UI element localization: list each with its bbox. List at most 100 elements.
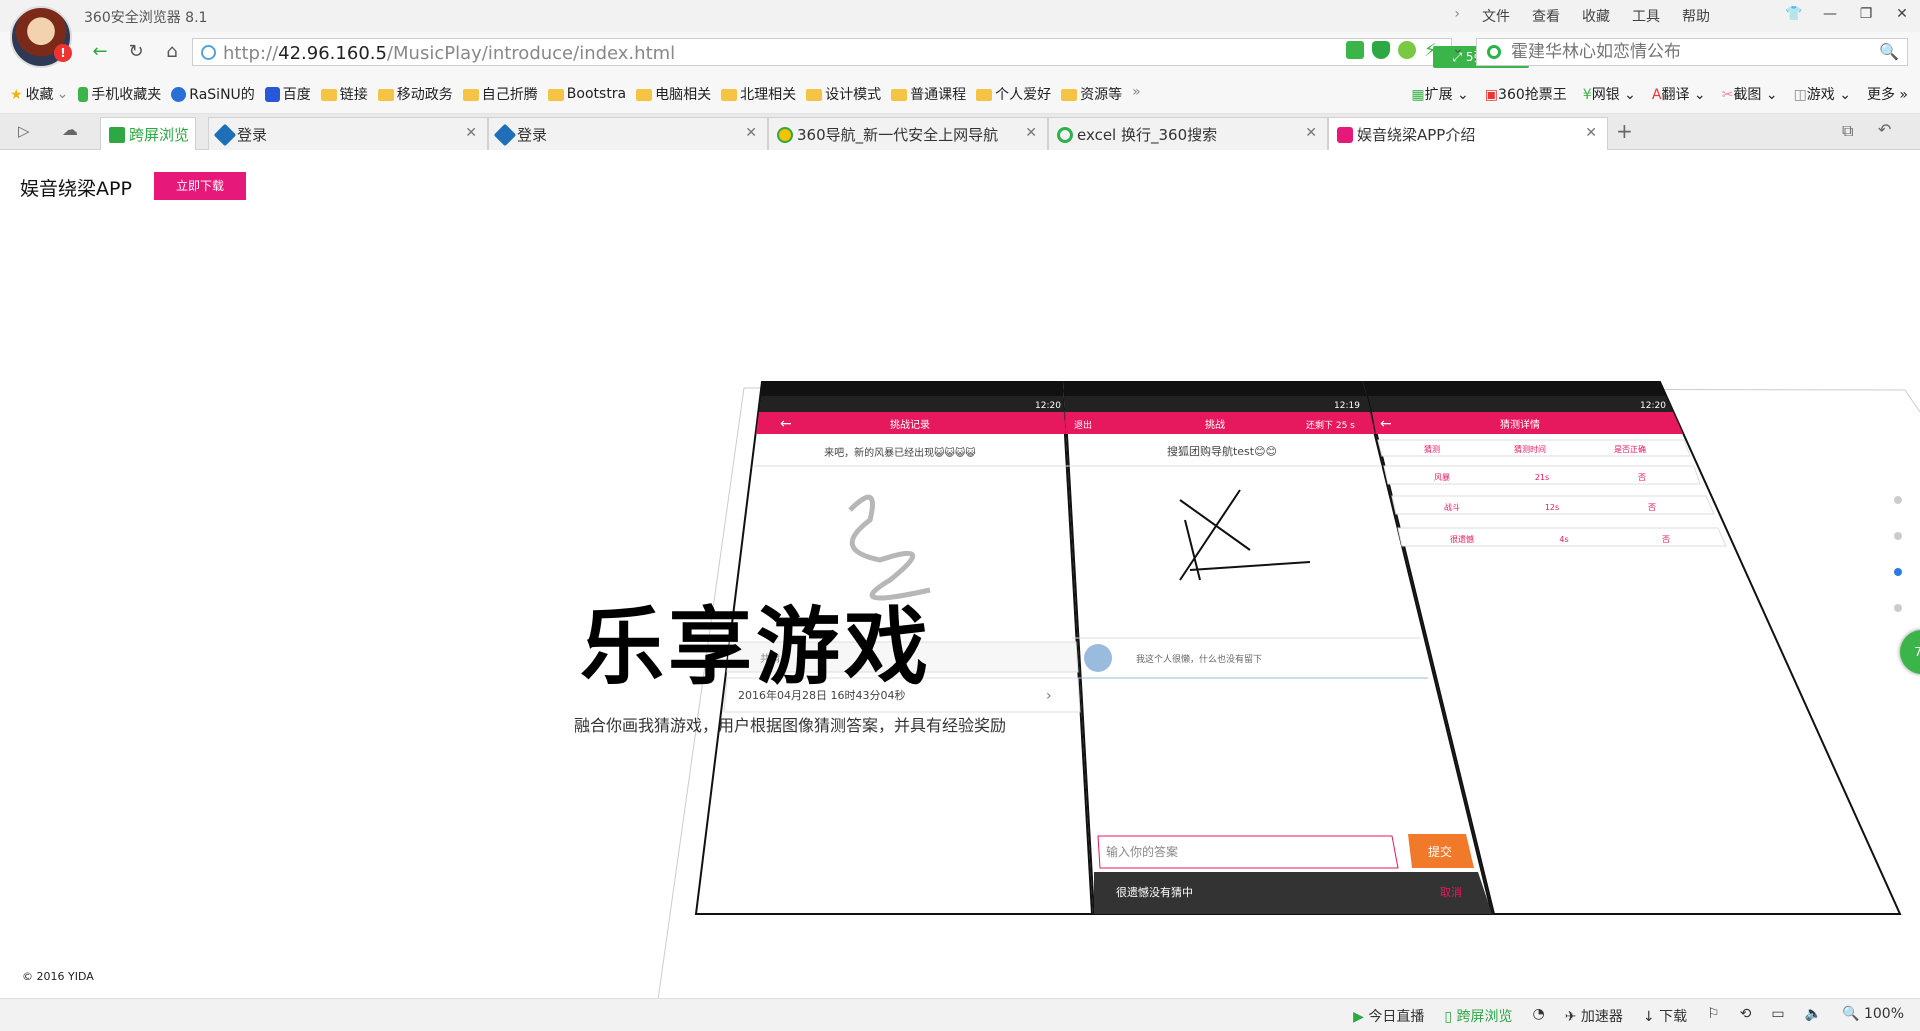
url-input[interactable]: http://42.96.160.5/MusicPlay/introduce/i… (192, 38, 1529, 68)
slide-dot-3-active[interactable] (1894, 568, 1902, 576)
translate-button[interactable]: A翻译 ⌄ (1652, 84, 1706, 104)
tab-360nav[interactable]: 360导航_新一代安全上网导航 ✕ (768, 117, 1048, 150)
bank-button[interactable]: ¥网银 ⌄ (1583, 84, 1636, 104)
clean-icon[interactable]: ⟲ (1740, 1006, 1752, 1026)
window-icon[interactable]: ▭ (1771, 1006, 1784, 1026)
games-button[interactable]: ◫游戏 ⌄ (1794, 84, 1851, 104)
close-tab-icon[interactable]: ✕ (745, 125, 757, 141)
shield-icon[interactable] (1372, 41, 1390, 59)
tab-app-intro[interactable]: 娱音绕梁APP介绍 ✕ (1328, 117, 1608, 151)
menu-chevron-icon[interactable]: › (1454, 6, 1460, 26)
more-bookmarks-icon[interactable]: » (1132, 84, 1141, 104)
recycle-icon[interactable] (1398, 41, 1416, 59)
bookmark-baidu[interactable]: 百度 (264, 84, 315, 104)
gamepad-icon: ◫ (1793, 87, 1807, 103)
phone2-answer-input: 输入你的答案 (1106, 844, 1178, 859)
ticket-button[interactable]: ▣360抢票王 (1485, 84, 1567, 104)
phone1-header: 挑战记录 (890, 418, 930, 431)
phone3-col: 是否正确 (1614, 444, 1646, 454)
bookmark-links[interactable]: 链接 (320, 84, 372, 104)
tab-login-2[interactable]: 登录 ✕ (488, 117, 768, 150)
lightning-icon[interactable]: ⚡ (1424, 40, 1437, 61)
refresh-icon[interactable]: ↻ (124, 41, 148, 63)
close-tab-icon[interactable]: ✕ (1025, 125, 1037, 141)
phone3-cell: 12s (1545, 503, 1559, 512)
tab-excel-search[interactable]: excel 换行_360搜索 ✕ (1048, 117, 1328, 150)
cloud-icon[interactable] (1346, 41, 1364, 59)
bookmark-pc[interactable]: 电脑相关 (636, 84, 715, 104)
phone3-col: 猜测 (1424, 444, 1440, 454)
search-icon[interactable]: 🔍 (1879, 42, 1899, 61)
status-items: ▶ 今日直播 ▯ 跨屏浏览 ◔ ✈ 加速器 ↓ 下载 ⚐ ⟲ ▭ 🔈 🔍 100… (1353, 1006, 1904, 1026)
folder-icon (377, 89, 394, 101)
site-info-icon[interactable] (201, 45, 216, 60)
close-tab-icon[interactable]: ✕ (1585, 125, 1597, 141)
menu-favorites[interactable]: 收藏 (1582, 6, 1610, 26)
zoom-level[interactable]: 🔍 100% (1842, 1006, 1904, 1026)
search-engine-icon[interactable] (1487, 45, 1501, 59)
bookmark-courses[interactable]: 普通课程 (891, 84, 970, 104)
menu-help[interactable]: 帮助 (1682, 6, 1710, 26)
slide-dot-4[interactable] (1894, 604, 1902, 612)
tab-cross-screen[interactable]: 跨屏浏览 (100, 117, 196, 150)
skin-icon[interactable]: 👕 (1776, 0, 1812, 28)
phone-icon (78, 86, 89, 102)
restore-tabs-icon[interactable]: ⧉ (1842, 121, 1853, 141)
phone2-result: 很遗憾没有猜中 (1116, 885, 1193, 899)
cloud-tab-icon[interactable]: ☁ (62, 120, 78, 139)
dropdown-chevron-icon[interactable]: ⌄ (1452, 41, 1464, 57)
undo-close-icon[interactable]: ↶ (1878, 120, 1891, 139)
extensions-button[interactable]: ▦扩展 ⌄ (1411, 84, 1468, 104)
search-engine-icon (1057, 127, 1073, 143)
tab-login-1[interactable]: 登录 ✕ (208, 117, 488, 150)
search-input[interactable] (1511, 42, 1841, 62)
sidebar-toggle-icon[interactable]: ▷ (18, 122, 30, 140)
user-avatar[interactable]: ! (10, 6, 72, 68)
live-button[interactable]: ▶ 今日直播 (1353, 1006, 1424, 1026)
phone3-header: 猜测详情 (1500, 418, 1540, 431)
phone3-cell: 否 (1648, 503, 1656, 512)
more-button[interactable]: 更多 » (1867, 84, 1908, 104)
copyright: © 2016 YIDA (22, 970, 94, 983)
minimize-button[interactable]: — (1812, 0, 1848, 28)
bookmark-resources[interactable]: 资源等 (1061, 84, 1126, 104)
menu-file[interactable]: 文件 (1482, 6, 1510, 26)
phone2-time: 12:19 (1334, 401, 1360, 411)
bookmark-favorites[interactable]: ★ 收藏 ⌄ (10, 84, 72, 104)
screenshot-button[interactable]: ✂截图 ⌄ (1722, 84, 1778, 104)
download-status-button[interactable]: ↓ 下载 (1643, 1006, 1687, 1026)
bookmark-bootstrap[interactable]: Bootstra (547, 84, 630, 104)
home-icon[interactable]: ⌂ (160, 41, 184, 63)
menu-tools[interactable]: 工具 (1632, 6, 1660, 26)
alert-badge-icon: ! (54, 44, 72, 62)
bookmark-tinker[interactable]: 自己折腾 (462, 84, 542, 104)
bookmark-mobile[interactable]: 手机收藏夹 (78, 84, 165, 104)
bookmark-rasinu[interactable]: RaSiNU的 (171, 84, 259, 104)
new-tab-icon[interactable]: + (1616, 119, 1633, 143)
speedometer-icon[interactable]: ◔ (1533, 1006, 1545, 1026)
back-arrow-icon[interactable]: ← (88, 41, 112, 63)
bookmark-bit[interactable]: 北理相关 (721, 84, 800, 104)
app-icon (1337, 127, 1353, 143)
close-button[interactable]: ✕ (1884, 0, 1920, 28)
volume-icon[interactable]: 🔈 (1805, 1006, 1822, 1026)
maximize-button[interactable]: ❐ (1848, 0, 1884, 28)
cross-screen-button[interactable]: ▯ 跨屏浏览 (1444, 1006, 1512, 1026)
app-screens: 挑战记录 ← 12:20 来吧，新的风暴已经出现😺😺😺😺 共猜 2016年04月… (694, 381, 1902, 915)
bookmark-patterns[interactable]: 设计模式 (806, 84, 885, 104)
menu-view[interactable]: 查看 (1532, 6, 1560, 26)
close-tab-icon[interactable]: ✕ (1305, 125, 1317, 141)
slide-dot-1[interactable] (1894, 496, 1902, 504)
phone2-header: 挑战 (1205, 418, 1225, 431)
bookmark-hobby[interactable]: 个人爱好 (976, 84, 1055, 104)
window-menu: › 文件 查看 收藏 工具 帮助 (1454, 6, 1710, 26)
phone3-cell: 风暴 (1434, 473, 1450, 482)
accelerator-button[interactable]: ✈ 加速器 (1565, 1006, 1623, 1026)
phone3-cell: 4s (1559, 535, 1568, 544)
phone2-timer: 还剩下 25 s (1306, 419, 1355, 431)
slide-dot-2[interactable] (1894, 532, 1902, 540)
close-tab-icon[interactable]: ✕ (465, 125, 477, 141)
flag-icon[interactable]: ⚐ (1707, 1006, 1720, 1026)
scissors-icon: ✂ (1721, 87, 1734, 103)
bookmark-gov[interactable]: 移动政务 (377, 84, 457, 104)
